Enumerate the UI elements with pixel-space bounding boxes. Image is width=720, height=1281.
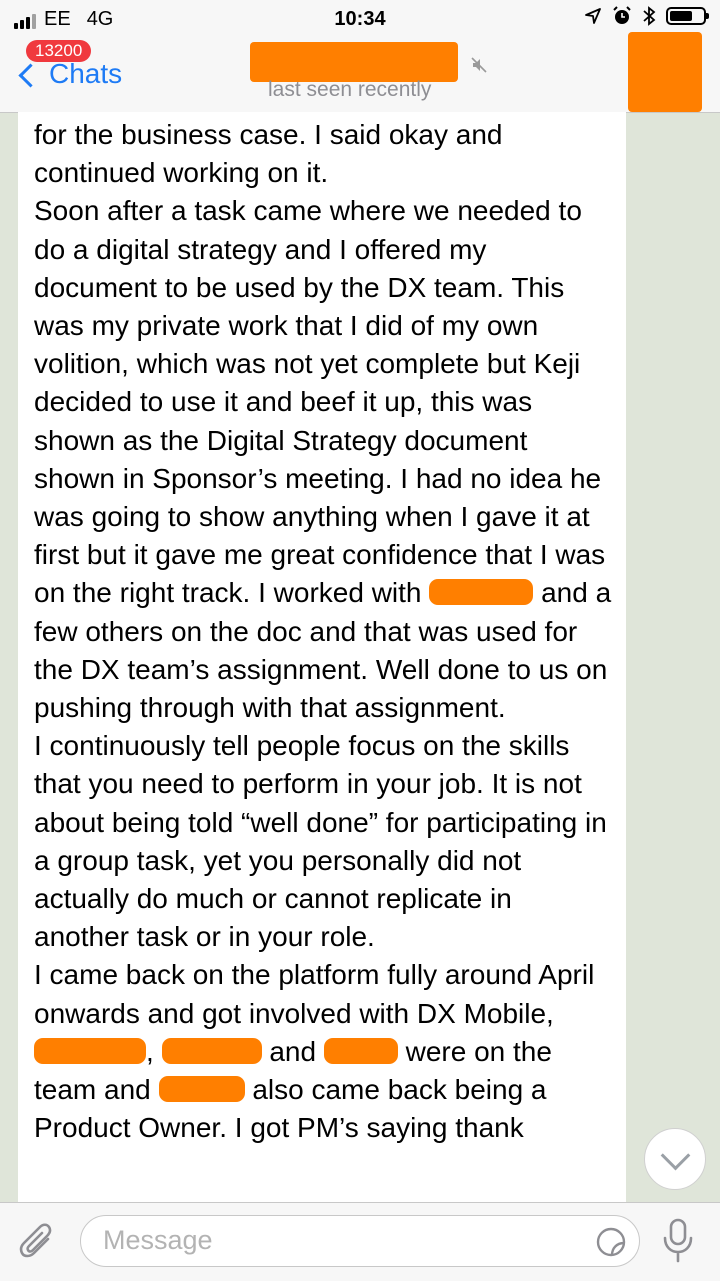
status-right <box>584 6 709 26</box>
sticker-icon[interactable] <box>595 1226 627 1258</box>
message-text: for the business case. I said okay and c… <box>18 112 626 1147</box>
message-paragraph: Soon after a task came where we needed t… <box>34 192 614 727</box>
redacted-name <box>158 1076 245 1103</box>
message-bubble[interactable]: for the business case. I said okay and c… <box>18 112 626 1202</box>
chat-header: 13200 Chats last seen recently <box>0 32 720 113</box>
message-segment: Soon after a task came where we needed t… <box>34 195 606 609</box>
back-button[interactable]: Chats <box>18 58 123 90</box>
status-bar: EE 4G 10:34 <box>0 0 720 40</box>
battery-icon <box>666 7 709 25</box>
location-icon <box>585 8 601 24</box>
message-paragraph: I came back on the platform fully around… <box>34 956 614 1147</box>
message-segment: I came back on the platform fully around… <box>34 959 595 1029</box>
message-segment: and <box>269 1035 317 1067</box>
bluetooth-icon <box>643 6 656 26</box>
chat-status: last seen recently <box>268 78 432 101</box>
alarm-icon <box>613 6 631 24</box>
back-label: Chats <box>49 58 123 89</box>
redacted-name <box>161 1037 262 1064</box>
redacted-name <box>323 1037 398 1064</box>
message-field[interactable] <box>80 1215 640 1267</box>
input-bar <box>0 1202 720 1281</box>
microphone-icon[interactable] <box>660 1217 696 1265</box>
redacted-name <box>34 1037 146 1064</box>
scroll-down-button[interactable] <box>644 1128 706 1190</box>
chevron-left-icon <box>18 62 43 88</box>
mute-icon <box>471 57 487 73</box>
chevron-down-icon <box>660 1140 691 1171</box>
redacted-name <box>429 579 534 606</box>
message-paragraph: I continuously tell people focus on the … <box>34 730 607 953</box>
message-segment: , <box>146 1035 154 1067</box>
unread-badge: 13200 <box>26 40 92 62</box>
message-input[interactable] <box>101 1224 575 1257</box>
avatar[interactable] <box>628 32 702 112</box>
message-paragraph: for the business case. I said okay and c… <box>34 119 503 189</box>
attach-icon[interactable] <box>18 1221 56 1263</box>
chat-title-redacted[interactable] <box>250 42 458 82</box>
